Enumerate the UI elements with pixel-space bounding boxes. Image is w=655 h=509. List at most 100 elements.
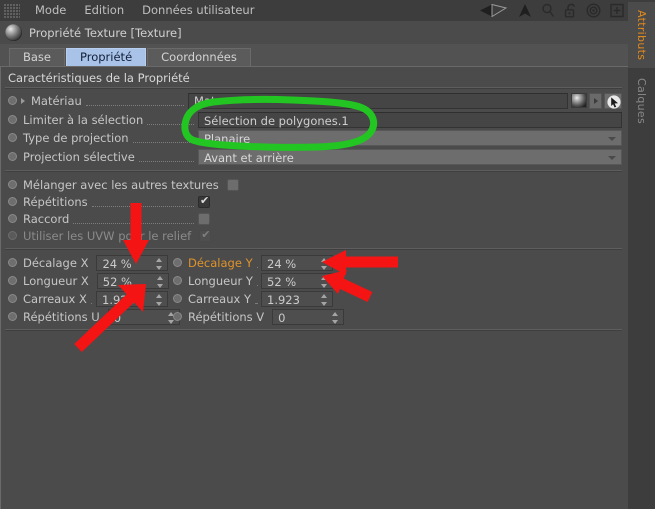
row-type-projection: Type de projection Planaire	[1, 129, 622, 146]
leader-dots	[138, 152, 194, 162]
value-longueur-y: 52 %	[267, 274, 297, 289]
limiter-selection-input[interactable]: Sélection de polygones.1	[198, 111, 622, 128]
menu-item-mode[interactable]: Mode	[26, 0, 75, 21]
label-decalage-y: Décalage Y	[188, 255, 253, 270]
stepper-carreaux-x[interactable]	[156, 293, 163, 306]
input-decalage-x[interactable]: 24 %	[96, 254, 169, 271]
menu-item-edition[interactable]: Edition	[75, 0, 133, 21]
input-longueur-x[interactable]: 52 %	[96, 272, 169, 289]
stepper-repetitions-v[interactable]	[332, 311, 339, 324]
anim-track-dot	[8, 231, 17, 240]
label-materiau: Matériau	[31, 93, 82, 108]
stepper-longueur-x[interactable]	[156, 275, 164, 288]
leader-dots	[254, 294, 257, 304]
up-arrow-icon[interactable]	[518, 3, 532, 18]
stepper-carreaux-y[interactable]	[321, 293, 328, 306]
value-decalage-y: 24 %	[267, 256, 297, 271]
object-header: Propriété Texture [Texture]	[0, 21, 628, 44]
type-projection-value: Planaire	[204, 131, 251, 146]
input-carreaux-y[interactable]: 1.923	[261, 290, 333, 307]
stepper-longueur-y[interactable]	[321, 275, 328, 288]
pick-cursor-button[interactable]	[604, 92, 622, 109]
leader-dots	[147, 115, 194, 125]
target-icon[interactable]	[586, 3, 601, 18]
stepper-decalage-y[interactable]	[321, 257, 328, 270]
anim-track-dot[interactable]	[8, 96, 17, 105]
leader-dots	[73, 214, 194, 224]
value-repetitions-u: 0	[113, 310, 122, 325]
anim-track-dot[interactable]	[8, 133, 17, 142]
row-longueur-y: Longueur Y 52 %	[173, 272, 333, 289]
anim-track-dot[interactable]	[8, 258, 17, 267]
vtab-calques[interactable]: Calques	[628, 70, 655, 132]
anim-track-dot[interactable]	[173, 294, 182, 303]
material-thumbnail-icon[interactable]	[571, 93, 587, 108]
anim-track-dot[interactable]	[8, 294, 17, 303]
materiau-dropdown-button[interactable]	[589, 92, 602, 109]
row-decalage-x: Décalage X 24 %	[8, 254, 169, 271]
label-raccord: Raccord	[23, 211, 70, 226]
anim-track-dot[interactable]	[8, 197, 17, 206]
divider	[5, 248, 622, 250]
tab-base[interactable]: Base	[9, 48, 66, 66]
input-longueur-y[interactable]: 52 %	[261, 272, 333, 289]
tab-propriete[interactable]: Propriété	[66, 48, 147, 66]
row-decalage-y: Décalage Y 24 %	[173, 254, 333, 271]
anim-track-dot[interactable]	[8, 276, 17, 285]
anim-track-dot[interactable]	[8, 152, 17, 161]
section-title: Caractéristiques de la Propriété	[8, 71, 190, 85]
menu-item-donnees-utilisateur[interactable]: Données utilisateur	[133, 0, 263, 21]
anim-track-dot[interactable]	[8, 312, 17, 321]
label-repetitions: Répétitions	[23, 194, 88, 209]
row-projection-selective: Projection sélective Avant et arrière	[1, 148, 622, 165]
back-arrow-icon[interactable]	[479, 4, 509, 17]
label-repetitions-v: Répétitions V	[188, 309, 265, 324]
anim-track-dot[interactable]	[8, 115, 17, 124]
stepper-decalage-x[interactable]	[156, 257, 163, 270]
anim-track-dot[interactable]	[173, 312, 182, 321]
row-repetitions-u: Répétitions U 0	[8, 308, 180, 325]
input-carreaux-x[interactable]: 1.923	[96, 290, 168, 307]
label-uvw-relief: Utiliser les UVW pour le relief	[23, 228, 192, 243]
anim-track-dot[interactable]	[173, 258, 182, 267]
row-melanger-textures: Mélanger avec les autres textures	[1, 176, 239, 193]
drag-grid-icon[interactable]	[4, 3, 20, 18]
leader-dots	[91, 197, 194, 207]
add-box-icon[interactable]	[610, 3, 624, 18]
input-decalage-y[interactable]: 24 %	[261, 254, 333, 271]
anim-track-dot[interactable]	[173, 276, 182, 285]
properties-panel: Caractéristiques de la Propriété Matéria…	[0, 66, 628, 509]
chevron-down-icon	[608, 155, 616, 160]
search-icon[interactable]	[541, 3, 555, 18]
tab-coordonnees[interactable]: Coordonnées	[147, 48, 251, 66]
checkbox-melanger-textures[interactable]	[226, 178, 239, 191]
unlock-icon[interactable]	[564, 3, 577, 18]
anim-track-dot[interactable]	[8, 214, 17, 223]
row-carreaux-y: Carreaux Y 1.923	[173, 290, 333, 307]
chevron-right-icon[interactable]	[21, 97, 25, 104]
checkbox-raccord[interactable]	[198, 212, 210, 225]
label-repetitions-u: Répétitions U	[23, 309, 100, 324]
leader-dots	[85, 96, 184, 106]
right-vertical-tabs: Attributs Calques	[628, 0, 655, 509]
row-materiau: Matériau Mat	[1, 92, 622, 109]
row-repetitions-v: Répétitions V 0	[173, 308, 345, 325]
row-uvw-relief: Utiliser les UVW pour le relief	[1, 227, 212, 244]
input-repetitions-u[interactable]: 0	[107, 308, 180, 325]
cinema4d-attributes-window: Mode Edition Données utilisateur Attribu…	[0, 0, 655, 509]
projection-selective-select[interactable]: Avant et arrière	[198, 148, 622, 165]
label-carreaux-y: Carreaux Y	[188, 291, 251, 306]
label-longueur-y: Longueur Y	[188, 273, 253, 288]
row-repetitions: Répétitions	[1, 193, 210, 210]
type-projection-select[interactable]: Planaire	[198, 129, 622, 146]
anim-track-dot[interactable]	[8, 180, 17, 189]
materiau-field[interactable]: Mat	[188, 92, 568, 109]
label-decalage-x: Décalage X	[23, 255, 89, 270]
input-repetitions-v[interactable]: 0	[272, 308, 345, 325]
page-title: Propriété Texture [Texture]	[29, 25, 182, 40]
divider	[5, 87, 622, 89]
value-repetitions-v: 0	[278, 310, 286, 325]
checkbox-repetitions[interactable]	[198, 194, 210, 208]
row-limiter-selection: Limiter à la sélection Sélection de poly…	[1, 111, 622, 128]
projection-selective-value: Avant et arrière	[204, 150, 294, 165]
